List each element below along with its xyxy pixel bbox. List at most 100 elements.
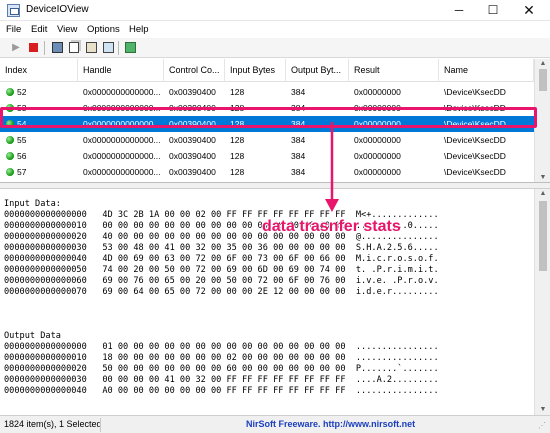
list-scrollbar[interactable]: ▲ ▼ (534, 59, 550, 182)
scroll-thumb[interactable] (539, 69, 547, 91)
hex-row: 0000000000000070 69 00 64 00 65 00 72 00… (4, 287, 439, 298)
scroll-up-icon[interactable]: ▲ (535, 59, 550, 69)
hex-row: 0000000000000050 74 00 20 00 50 00 72 00… (4, 265, 439, 276)
cell-index: 56 (17, 151, 27, 161)
cell-control: 0x00390400 (169, 151, 216, 161)
play-icon[interactable]: ▶ (9, 41, 23, 55)
scroll-thumb[interactable] (539, 201, 547, 271)
hex-ascii: P.......`....... (355, 364, 439, 374)
cell-output: 384 (291, 119, 306, 129)
maximize-button[interactable]: ☐ (478, 0, 508, 21)
title-bar: DeviceIOView ─ ☐ ✕ (0, 0, 550, 21)
annotation-label: data trasnfer stats (262, 218, 401, 235)
cell-input: 128 (230, 167, 245, 177)
stop-icon[interactable] (27, 41, 41, 55)
column-output-bytes[interactable]: Output Byt... (286, 59, 349, 82)
list-header: Index Handle Control Co... Input Bytes O… (0, 59, 534, 82)
table-row[interactable]: 57 0x0000000000000... 0x00390400 128 384 0x00… (0, 164, 534, 180)
cell-result: 0x00000000 (354, 119, 401, 129)
cell-control: 0x00390400 (169, 135, 216, 145)
hex-offset: 0000000000000060 (4, 276, 87, 286)
hex-scrollbar[interactable]: ▲ ▼ (534, 189, 550, 415)
table-row[interactable]: 54 0x0000000000000... 0x00390400 128 384 0x00… (0, 116, 534, 132)
hex-row: 0000000000000040 4D 00 69 00 63 00 72 00… (4, 254, 439, 265)
requests-list[interactable]: Index Handle Control Co... Input Bytes O… (0, 59, 550, 183)
column-name[interactable]: Name (439, 59, 534, 82)
cell-control: 0x00390400 (169, 87, 216, 97)
cell-handle: 0x0000000000000... (83, 135, 161, 145)
app-icon (7, 4, 20, 17)
cell-input: 128 (230, 103, 245, 113)
menu-help[interactable]: Help (129, 24, 149, 35)
hex-offset: 0000000000000030 (4, 243, 87, 253)
close-button[interactable]: ✕ (514, 0, 544, 21)
cell-control: 0x00390400 (169, 119, 216, 129)
scroll-up-icon[interactable]: ▲ (535, 189, 550, 199)
hex-ascii: i.v.e. .P.r.o.v. (355, 276, 439, 286)
cell-name: \Device\KsecDD (444, 119, 506, 129)
hex-row: 0000000000000030 00 00 00 00 41 00 32 00… (4, 375, 439, 386)
hex-offset: 0000000000000010 (4, 221, 87, 231)
table-row[interactable]: 52 0x0000000000000... 0x00390400 128 384 0x00… (0, 84, 534, 100)
nirsoft-link[interactable]: NirSoft Freeware. http://www.nirsoft.net (246, 419, 415, 429)
cell-index: 54 (17, 119, 27, 129)
cell-name: \Device\KsecDD (444, 103, 506, 113)
cell-input: 128 (230, 119, 245, 129)
cell-index: 52 (17, 87, 27, 97)
cell-handle: 0x0000000000000... (83, 119, 161, 129)
cell-index: 53 (17, 103, 27, 113)
cell-control: 0x00390400 (169, 167, 216, 177)
cell-name: \Device\KsecDD (444, 87, 506, 97)
toolbar-separator (118, 41, 119, 55)
window-title: DeviceIOView (26, 4, 89, 15)
column-control-code[interactable]: Control Co... (164, 59, 225, 82)
hex-row: 0000000000000000 01 00 00 00 00 00 00 00… (4, 342, 439, 353)
cell-output: 384 (291, 87, 306, 97)
hex-offset: 0000000000000050 (4, 265, 87, 275)
column-handle[interactable]: Handle (78, 59, 164, 82)
cell-output: 384 (291, 151, 306, 161)
scroll-down-icon[interactable]: ▼ (535, 405, 550, 415)
hex-bytes: 00 00 00 00 41 00 32 00 FF FF FF FF FF F… (102, 375, 346, 385)
menu-edit[interactable]: Edit (31, 24, 47, 35)
table-row[interactable]: 56 0x0000000000000... 0x00390400 128 384 0x00… (0, 148, 534, 164)
hex-bytes: 18 00 00 00 00 00 00 00 02 00 00 00 00 0… (102, 353, 346, 363)
html-report-icon[interactable] (101, 41, 115, 55)
table-row[interactable]: 53 0x0000000000000... 0x00390400 128 384 0x00… (0, 100, 534, 116)
cell-name: \Device\KsecDD (444, 135, 506, 145)
scroll-down-icon[interactable]: ▼ (535, 173, 550, 182)
menu-file[interactable]: File (6, 24, 21, 35)
properties-icon[interactable] (84, 41, 98, 55)
hex-offset: 0000000000000000 (4, 210, 87, 220)
hex-row: 0000000000000010 18 00 00 00 00 00 00 00… (4, 353, 439, 364)
save-icon[interactable] (50, 41, 64, 55)
column-input-bytes[interactable]: Input Bytes (225, 59, 286, 82)
table-row[interactable]: 55 0x0000000000000... 0x00390400 128 384 0x00… (0, 132, 534, 148)
input-data-label: Input Data: (4, 199, 61, 209)
exit-icon[interactable] (123, 41, 137, 55)
cell-control: 0x00390400 (169, 103, 216, 113)
cell-result: 0x00000000 (354, 151, 401, 161)
cell-handle: 0x0000000000000... (83, 167, 161, 177)
cell-result: 0x00000000 (354, 167, 401, 177)
menu-options[interactable]: Options (87, 24, 120, 35)
copy-icon[interactable] (67, 41, 81, 55)
cell-name: \Device\KsecDD (444, 167, 506, 177)
column-result[interactable]: Result (349, 59, 439, 82)
output-data-label: Output Data (4, 331, 61, 341)
menu-bar: File Edit View Options Help (0, 22, 550, 38)
hex-offset: 0000000000000040 (4, 254, 87, 264)
cell-output: 384 (291, 167, 306, 177)
hex-offset: 0000000000000000 (4, 342, 87, 352)
resize-grip-icon[interactable]: ⋰ (538, 421, 548, 431)
hex-bytes: 69 00 76 00 65 00 20 00 50 00 72 00 6F 0… (102, 276, 346, 286)
hex-row: 0000000000000030 53 00 48 00 41 00 32 00… (4, 243, 439, 254)
hex-offset: 0000000000000020 (4, 232, 87, 242)
hex-row: 0000000000000020 50 00 00 00 00 00 00 00… (4, 364, 439, 375)
cell-name: \Device\KsecDD (444, 151, 506, 161)
cell-output: 384 (291, 103, 306, 113)
minimize-button[interactable]: ─ (444, 0, 474, 21)
hex-bytes: 4D 00 69 00 63 00 72 00 6F 00 73 00 6F 0… (102, 254, 346, 264)
column-index[interactable]: Index (0, 59, 78, 82)
menu-view[interactable]: View (57, 24, 77, 35)
